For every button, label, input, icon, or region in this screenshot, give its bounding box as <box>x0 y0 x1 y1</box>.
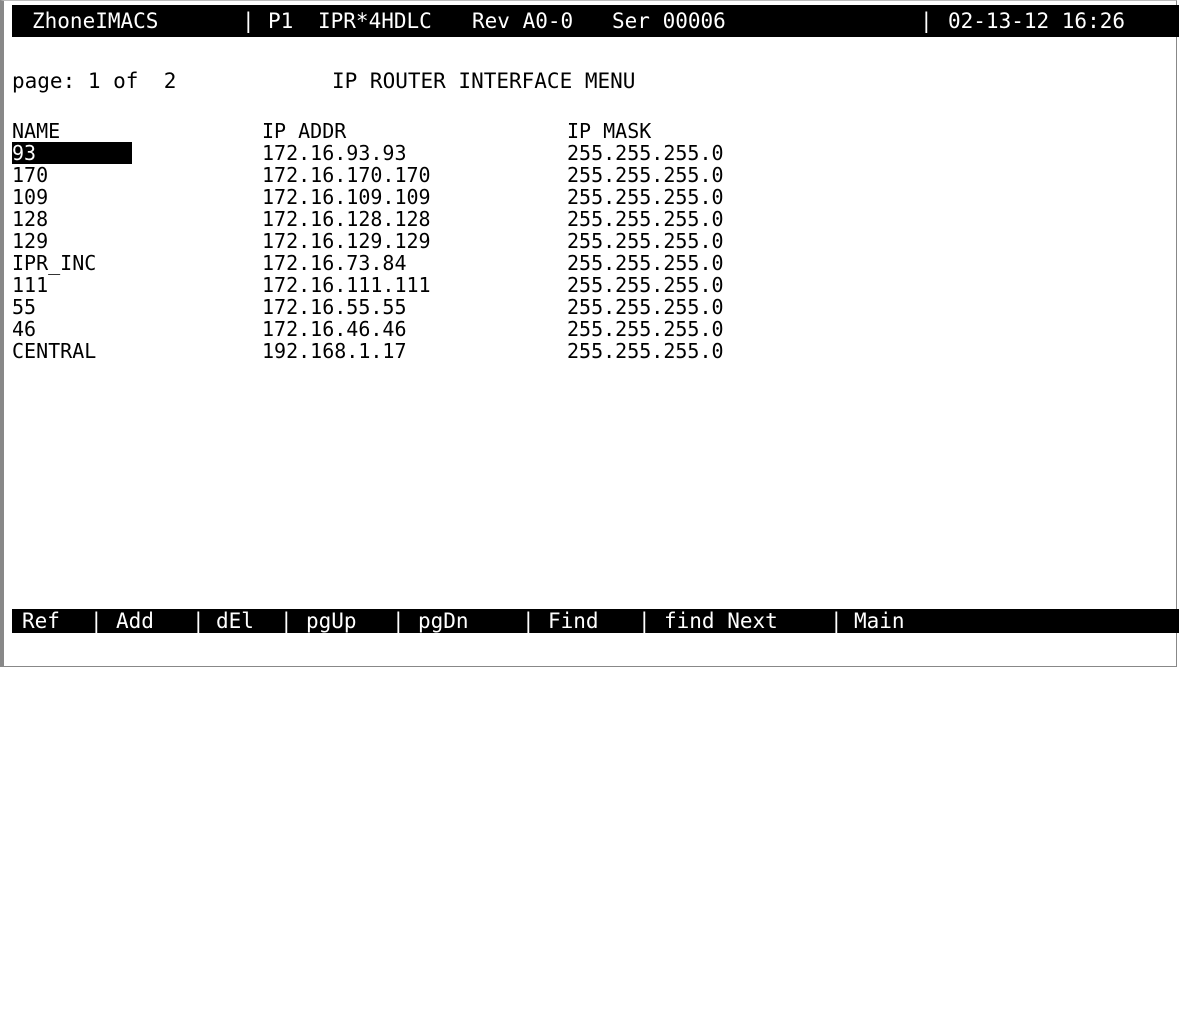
interface-name[interactable]: 109 <box>12 186 48 208</box>
app-name: ZhoneIMACS <box>32 9 159 33</box>
ip-mask: 255.255.255.0 <box>567 229 724 253</box>
menu-ref[interactable]: Ref <box>22 609 60 633</box>
menu-find-next[interactable]: find Next <box>664 609 778 633</box>
table-row[interactable]: 55 172.16.55.55 255.255.255.0 <box>12 296 1012 318</box>
table-row[interactable]: 93 172.16.93.93 255.255.255.0 <box>12 142 1012 164</box>
ip-address: 172.16.111.111 <box>262 273 431 297</box>
interface-name[interactable]: 111 <box>12 274 48 296</box>
terminal-window: ZhoneIMACS | P1 IPR*4HDLC Rev A0-0 Ser 0… <box>0 0 1179 668</box>
interface-name[interactable]: IPR_INC <box>12 252 96 274</box>
date-time: 02-13-12 16:26 <box>948 9 1126 33</box>
ip-mask: 255.255.255.0 <box>567 207 724 231</box>
ip-mask: 255.255.255.0 <box>567 339 724 363</box>
ip-mask: 255.255.255.0 <box>567 317 724 341</box>
menu-separator: | <box>638 609 651 633</box>
revision: Rev A0-0 <box>472 9 574 33</box>
ip-mask: 255.255.255.0 <box>567 273 724 297</box>
ip-address: 172.16.109.109 <box>262 185 431 209</box>
table-row[interactable]: 111 172.16.111.111 255.255.255.0 <box>12 274 1012 296</box>
page-indicator: page: 1 of 2 <box>12 69 177 93</box>
ip-mask: 255.255.255.0 <box>567 163 724 187</box>
interface-name[interactable]: 129 <box>12 230 48 252</box>
status-bar: ZhoneIMACS | P1 IPR*4HDLC Rev A0-0 Ser 0… <box>12 5 1179 37</box>
menu-pgdn[interactable]: pgDn <box>418 609 469 633</box>
interface-name[interactable]: 128 <box>12 208 48 230</box>
column-header-ip-mask: IP MASK <box>567 119 652 143</box>
command-menu-bar: Ref | Add | dEl | pgUp | pgDn | Find | f… <box>12 609 1179 633</box>
table-row[interactable]: 128 172.16.128.128 255.255.255.0 <box>12 208 1012 230</box>
interface-name[interactable]: 46 <box>12 318 36 340</box>
ip-address: 172.16.170.170 <box>262 163 431 187</box>
slot-id: P1 <box>268 9 294 33</box>
table-row[interactable]: 109 172.16.109.109 255.255.255.0 <box>12 186 1012 208</box>
column-header-ip-addr: IP ADDR <box>262 119 347 143</box>
menu-main[interactable]: Main <box>854 609 905 633</box>
ip-address: 172.16.129.129 <box>262 229 431 253</box>
separator: | <box>242 9 255 33</box>
menu-find[interactable]: Find <box>548 609 599 633</box>
table-row[interactable]: CENTRAL 192.168.1.17 255.255.255.0 <box>12 340 1012 362</box>
interface-name[interactable]: 55 <box>12 296 36 318</box>
menu-separator: | <box>830 609 843 633</box>
table-row[interactable]: 46 172.16.46.46 255.255.255.0 <box>12 318 1012 340</box>
menu-separator: | <box>522 609 535 633</box>
column-header-name: NAME <box>12 119 61 143</box>
menu-add[interactable]: Add <box>116 609 154 633</box>
ip-address: 172.16.46.46 <box>262 317 407 341</box>
table-row[interactable]: IPR_INC 172.16.73.84 255.255.255.0 <box>12 252 1012 274</box>
card-type: IPR*4HDLC <box>318 9 432 33</box>
interface-name[interactable]: CENTRAL <box>12 340 96 362</box>
ip-address: 172.16.128.128 <box>262 207 431 231</box>
ip-mask: 255.255.255.0 <box>567 185 724 209</box>
ip-address: 192.168.1.17 <box>262 339 407 363</box>
ip-address: 172.16.93.93 <box>262 141 407 165</box>
ip-mask: 255.255.255.0 <box>567 251 724 275</box>
menu-separator: | <box>90 609 103 633</box>
menu-separator: | <box>392 609 405 633</box>
ip-address: 172.16.55.55 <box>262 295 407 319</box>
ip-address: 172.16.73.84 <box>262 251 407 275</box>
menu-del[interactable]: dEl <box>216 609 254 633</box>
interface-name[interactable]: 170 <box>12 164 48 186</box>
menu-title: IP ROUTER INTERFACE MENU <box>332 69 636 93</box>
menu-pgup[interactable]: pgUp <box>306 609 357 633</box>
serial-number: Ser 00006 <box>612 9 726 33</box>
menu-separator: | <box>280 609 293 633</box>
table-header: NAME IP ADDR IP MASK <box>12 120 1012 142</box>
separator: | <box>920 9 933 33</box>
table-row[interactable]: 170 172.16.170.170 255.255.255.0 <box>12 164 1012 186</box>
ip-mask: 255.255.255.0 <box>567 141 724 165</box>
ip-mask: 255.255.255.0 <box>567 295 724 319</box>
terminal-screen: ZhoneIMACS | P1 IPR*4HDLC Rev A0-0 Ser 0… <box>12 1 1179 668</box>
menu-separator: | <box>192 609 205 633</box>
interface-name[interactable]: 93 <box>12 142 132 164</box>
table-row[interactable]: 129 172.16.129.129 255.255.255.0 <box>12 230 1012 252</box>
